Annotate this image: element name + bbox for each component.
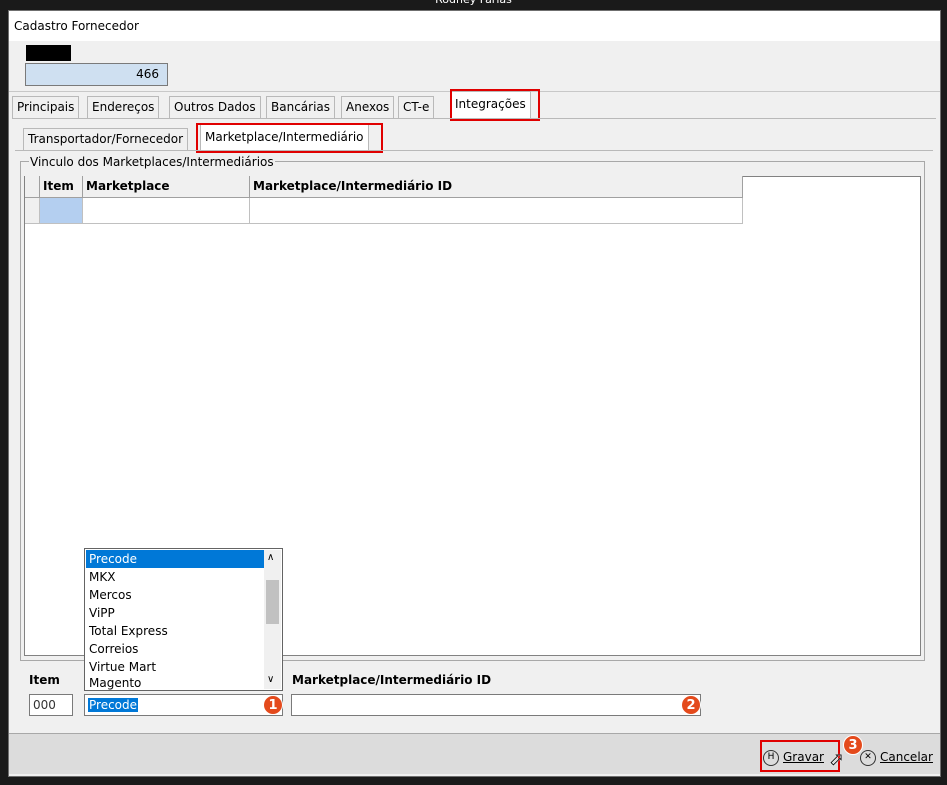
tab-integracoes[interactable]: Integrações — [450, 91, 531, 119]
item-field[interactable]: 000 — [29, 694, 73, 716]
step-badge-2: 2 — [681, 695, 701, 715]
marketplace-id-label: Marketplace/Intermediário ID — [292, 673, 492, 687]
subtab-transportador[interactable]: Transportador/Fornecedor — [23, 128, 188, 150]
item-label: Item — [29, 673, 60, 687]
cancel-icon: ✕ — [860, 749, 876, 766]
tab-principais[interactable]: Principais — [12, 96, 80, 118]
group-label: Vinculo dos Marketplaces/Intermediários — [29, 155, 275, 169]
tab-cte[interactable]: CT-e — [398, 96, 435, 118]
dropdown-option[interactable]: MKX — [86, 568, 264, 586]
tab-anexos[interactable]: Anexos — [341, 96, 395, 118]
marketplace-combobox-value: Precode — [88, 698, 139, 712]
grid-corner — [25, 176, 40, 198]
dropdown-option[interactable]: Mercos — [86, 586, 264, 604]
scroll-up-arrow-icon[interactable]: ∧ — [267, 552, 274, 563]
cancel-button[interactable]: ✕ Cancelar — [860, 744, 933, 772]
grid-cell-item[interactable] — [40, 198, 83, 224]
redacted-field — [26, 45, 71, 61]
screen-caption: Rodney Farias — [0, 0, 947, 8]
dropdown-option[interactable]: Magento — [86, 676, 264, 690]
step-badge-1: 1 — [263, 695, 283, 715]
save-button[interactable]: H Gravar — [763, 744, 824, 772]
grid-cell-marketplace[interactable] — [83, 198, 250, 224]
grid-header-marketplace[interactable]: Marketplace — [83, 176, 250, 198]
mouse-cursor-icon: ⬀ — [829, 749, 845, 770]
grid-cell-marketplace-id[interactable] — [250, 198, 743, 224]
scroll-down-arrow-icon[interactable]: ∨ — [267, 674, 274, 685]
supplier-window: Cadastro Fornecedor 466 Principais Ender… — [8, 10, 941, 777]
marketplace-id-field[interactable] — [291, 694, 701, 716]
subtab-baseline — [15, 150, 933, 151]
tab-baseline — [12, 118, 936, 119]
dropdown-option[interactable]: Precode — [86, 550, 264, 568]
scrollbar-thumb[interactable] — [266, 580, 279, 624]
window-title: Cadastro Fornecedor — [9, 11, 940, 41]
dropdown-option[interactable]: Correios — [86, 640, 264, 658]
dropdown-option[interactable]: ViPP — [86, 604, 264, 622]
tab-bancarias[interactable]: Bancárias — [266, 96, 336, 118]
dropdown-scrollbar[interactable]: ∧ ∨ — [264, 550, 281, 689]
subtab-marketplace[interactable]: Marketplace/Intermediário — [200, 123, 369, 151]
grid-row-indicator[interactable] — [25, 198, 40, 224]
dropdown-option[interactable]: Virtue Mart — [86, 658, 264, 676]
grid-header-marketplace-id[interactable]: Marketplace/Intermediário ID — [250, 176, 743, 198]
marketplace-dropdown-list[interactable]: Precode MKX Mercos ViPP Total Express Co… — [84, 548, 283, 691]
marketplace-combobox[interactable]: Precode — [84, 694, 283, 716]
tab-outros-dados[interactable]: Outros Dados — [169, 96, 261, 118]
grid-header-item[interactable]: Item — [40, 176, 83, 198]
save-icon: H — [763, 749, 779, 766]
dropdown-option[interactable]: Total Express — [86, 622, 264, 640]
supplier-code-field[interactable]: 466 — [25, 63, 168, 86]
tab-enderecos[interactable]: Endereços — [87, 96, 160, 118]
